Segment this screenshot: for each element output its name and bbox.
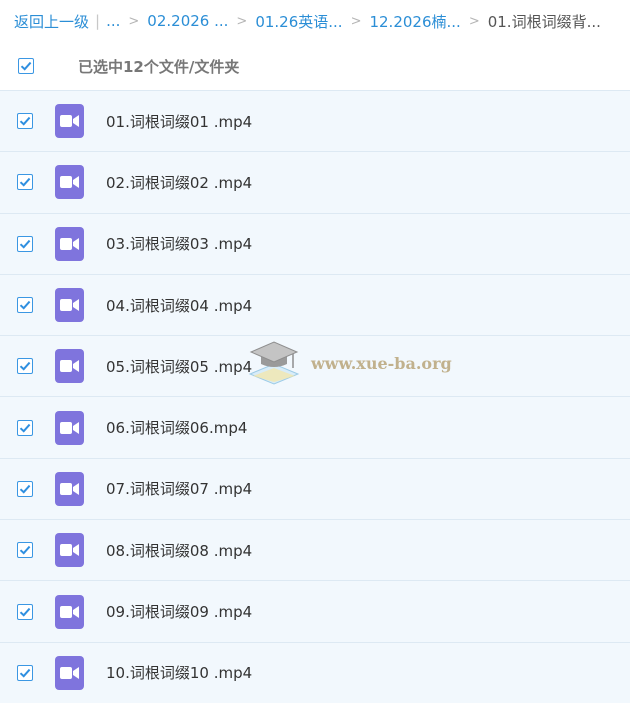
checkmark-icon <box>19 178 31 188</box>
file-checkbox[interactable] <box>17 664 33 681</box>
checkmark-icon <box>19 239 31 249</box>
file-row[interactable]: 02.词根词缀02 .mp4 <box>0 151 630 213</box>
video-file-icon <box>55 471 84 506</box>
video-camera-icon <box>60 299 79 312</box>
chevron-right-icon: > <box>128 13 140 29</box>
video-camera-icon <box>60 482 79 495</box>
video-file-icon <box>55 165 84 200</box>
video-file-icon <box>55 533 84 568</box>
file-checkbox[interactable] <box>17 358 33 375</box>
file-name[interactable]: 02.词根词缀02 .mp4 <box>106 172 252 193</box>
back-link[interactable]: 返回上一级 <box>14 11 89 32</box>
video-camera-icon <box>60 605 79 618</box>
video-camera-icon <box>60 360 79 373</box>
video-file-icon <box>55 226 84 261</box>
video-camera-icon <box>60 237 79 250</box>
file-name[interactable]: 10.词根词缀10 .mp4 <box>106 662 252 683</box>
checkmark-icon <box>19 607 31 617</box>
file-name[interactable]: 08.词根词缀08 .mp4 <box>106 540 252 561</box>
file-row[interactable]: 09.词根词缀09 .mp4 <box>0 580 630 642</box>
file-name[interactable]: 03.词根词缀03 .mp4 <box>106 233 252 254</box>
video-camera-icon <box>60 544 79 557</box>
video-camera-icon <box>60 176 79 189</box>
file-list: 01.词根词缀01 .mp4 02.词根词缀02 .mp4 03.词根词缀03 .m… <box>0 90 630 703</box>
file-row[interactable]: 05.词根词缀05 .mp4 <box>0 335 630 397</box>
breadcrumb-item[interactable]: 01.26英语... <box>255 11 342 32</box>
checkmark-icon <box>19 546 31 555</box>
video-camera-icon <box>60 115 79 128</box>
chevron-right-icon: > <box>236 13 248 29</box>
selection-count-text: 已选中12个文件/文件夹 <box>78 57 240 76</box>
file-name[interactable]: 09.词根词缀09 .mp4 <box>106 601 252 622</box>
breadcrumb-ellipsis[interactable]: ... <box>106 12 120 30</box>
video-file-icon <box>55 594 84 629</box>
file-row[interactable]: 01.词根词缀01 .mp4 <box>0 90 630 152</box>
checkmark-icon <box>19 423 31 433</box>
breadcrumb-item[interactable]: 12.2026楠... <box>369 11 460 32</box>
checkmark-icon <box>19 300 31 310</box>
file-row[interactable]: 07.词根词缀07 .mp4 <box>0 457 630 520</box>
file-row[interactable]: 10.词根词缀10 .mp4 <box>0 641 630 703</box>
selection-bar: 已选中12个文件/文件夹 <box>0 42 630 90</box>
checkmark-icon <box>20 61 32 71</box>
file-row[interactable]: 06.词根词缀06.mp4 <box>0 396 630 458</box>
file-checkbox[interactable] <box>17 297 33 314</box>
file-name[interactable]: 07.词根词缀07 .mp4 <box>106 478 252 499</box>
video-file-icon <box>55 349 84 384</box>
select-all-checkbox[interactable] <box>18 58 34 74</box>
video-file-icon <box>55 410 84 445</box>
file-name[interactable]: 04.词根词缀04 .mp4 <box>106 295 252 316</box>
file-checkbox[interactable] <box>17 419 33 436</box>
file-checkbox[interactable] <box>17 174 33 191</box>
breadcrumb-divider: | <box>95 12 101 30</box>
chevron-right-icon: > <box>468 13 480 29</box>
file-name[interactable]: 01.词根词缀01 .mp4 <box>106 111 252 132</box>
file-name[interactable]: 05.词根词缀05 .mp4 <box>106 356 252 377</box>
file-row[interactable]: 04.词根词缀04 .mp4 <box>0 273 630 336</box>
file-name[interactable]: 06.词根词缀06.mp4 <box>106 417 247 438</box>
file-checkbox[interactable] <box>17 235 33 252</box>
file-checkbox[interactable] <box>17 542 33 559</box>
checkmark-icon <box>19 668 31 678</box>
checkmark-icon <box>19 117 31 126</box>
chevron-right-icon: > <box>350 13 362 29</box>
file-row[interactable]: 08.词根词缀08 .mp4 <box>0 519 630 581</box>
checkmark-icon <box>19 484 31 494</box>
file-checkbox[interactable] <box>17 603 33 620</box>
video-file-icon <box>55 655 84 690</box>
file-row[interactable]: 03.词根词缀03 .mp4 <box>0 212 630 274</box>
video-file-icon <box>55 288 84 323</box>
video-camera-icon <box>60 666 79 679</box>
checkmark-icon <box>19 362 31 371</box>
breadcrumb-item[interactable]: 02.2026 ... <box>147 12 228 30</box>
file-checkbox[interactable] <box>17 113 33 130</box>
breadcrumb: 返回上一级 | ... > 02.2026 ... > 01.26英语... >… <box>0 0 630 42</box>
file-checkbox[interactable] <box>17 480 33 497</box>
breadcrumb-current: 01.词根词缀背... <box>487 12 601 31</box>
video-camera-icon <box>60 421 79 434</box>
video-file-icon <box>55 104 84 139</box>
